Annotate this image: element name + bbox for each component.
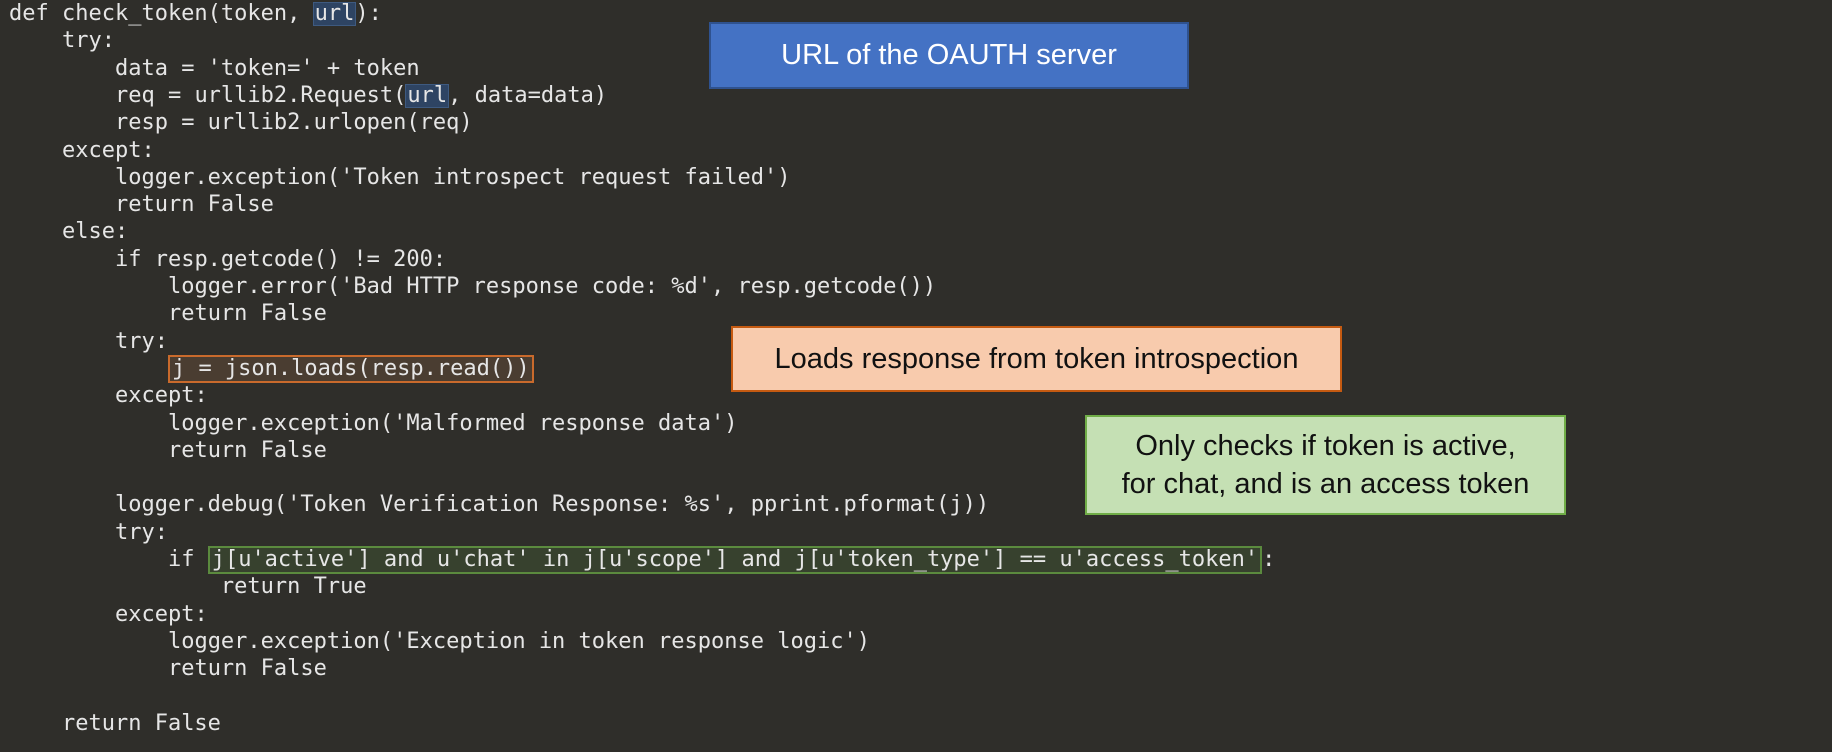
code-line: j = json.loads(resp.read()) — [9, 354, 534, 383]
code-line: return False — [9, 191, 274, 218]
code-line: if j[u'active'] and u'chat' in j[u'scope… — [9, 546, 1276, 574]
code-token: except: — [114, 601, 208, 627]
code-token: logger.exception('Exception in token res… — [167, 628, 870, 654]
code-token: logger.error('Bad HTTP response code: %d… — [167, 274, 937, 299]
token-checks-callout: Only checks if token is active, for chat… — [1085, 415, 1566, 515]
code-token: except: — [114, 383, 208, 409]
code-token: def check_token(token, — [9, 1, 314, 26]
code-line: resp = urllib2.urlopen(req) — [9, 109, 473, 136]
code-token: return False — [167, 437, 327, 463]
code-line: except: — [9, 382, 208, 409]
code-line: return True — [9, 573, 367, 600]
code-highlight-orange: j = json.loads(resp.read()) — [167, 354, 534, 383]
code-token: try: — [114, 328, 168, 354]
loads-response-callout-text: Loads response from token introspection — [774, 342, 1299, 375]
code-line: logger.error('Bad HTTP response code: %d… — [9, 273, 936, 300]
code-highlight-url: url — [312, 1, 357, 26]
code-line: except: — [9, 137, 155, 164]
token-checks-callout-line-1: Only checks if token is active, — [1135, 430, 1516, 462]
oauth-url-callout: URL of the OAUTH server — [709, 22, 1189, 89]
code-token: return False — [167, 301, 327, 327]
code-token: resp = urllib2.urlopen(req) — [114, 110, 473, 136]
code-line: try: — [9, 519, 168, 546]
oauth-url-callout-text: URL of the OAUTH server — [781, 39, 1117, 71]
code-line: data = 'token=' + token — [9, 55, 420, 82]
slide-canvas: def check_token(token, url): try: data =… — [0, 0, 1832, 752]
code-line: logger.exception('Token introspect reque… — [9, 164, 791, 191]
code-token: try: — [61, 28, 115, 54]
code-line: logger.exception('Malformed response dat… — [9, 410, 738, 437]
code-highlight-green: j[u'active'] and u'chat' in j[u'scope'] … — [207, 546, 1263, 574]
code-line: return False — [9, 437, 327, 464]
token-checks-callout-line-2: for chat, and is an access token — [1121, 468, 1530, 500]
code-line: if resp.getcode() != 200: — [9, 246, 446, 273]
code-line: def check_token(token, url): — [9, 0, 382, 27]
code-token: logger.exception('Malformed response dat… — [167, 410, 738, 436]
code-line: else: — [9, 218, 128, 245]
code-token: : — [1262, 547, 1276, 572]
code-line: return False — [9, 710, 221, 737]
code-line: logger.debug('Token Verification Respons… — [9, 491, 989, 518]
code-highlight-url: url — [405, 82, 450, 108]
code-token: logger.exception('Token introspect reque… — [114, 164, 791, 190]
code-token: try: — [114, 519, 168, 545]
code-token: logger.debug('Token Verification Respons… — [114, 492, 990, 518]
code-line: logger.exception('Exception in token res… — [9, 628, 870, 655]
code-token: except: — [61, 137, 155, 163]
code-line: return False — [9, 300, 327, 327]
code-token: if resp.getcode() != 200: — [114, 246, 447, 272]
code-token: if — [167, 547, 208, 572]
code-line: try: — [9, 328, 168, 355]
code-token: return True — [220, 574, 367, 600]
code-line: except: — [9, 601, 208, 628]
loads-response-callout: Loads response from token introspection — [731, 326, 1342, 392]
code-token: ): — [355, 1, 382, 26]
code-token: return False — [61, 710, 221, 736]
code-token: return False — [167, 656, 327, 682]
code-token: else: — [61, 219, 129, 245]
code-line: try: — [9, 27, 115, 54]
code-line: req = urllib2.Request(url, data=data) — [9, 82, 607, 109]
code-token: data = 'token=' + token — [114, 55, 420, 81]
code-token: return False — [114, 192, 274, 218]
code-token: , data=data) — [448, 82, 608, 108]
code-line: return False — [9, 655, 327, 682]
code-token: req = urllib2.Request( — [114, 82, 407, 108]
